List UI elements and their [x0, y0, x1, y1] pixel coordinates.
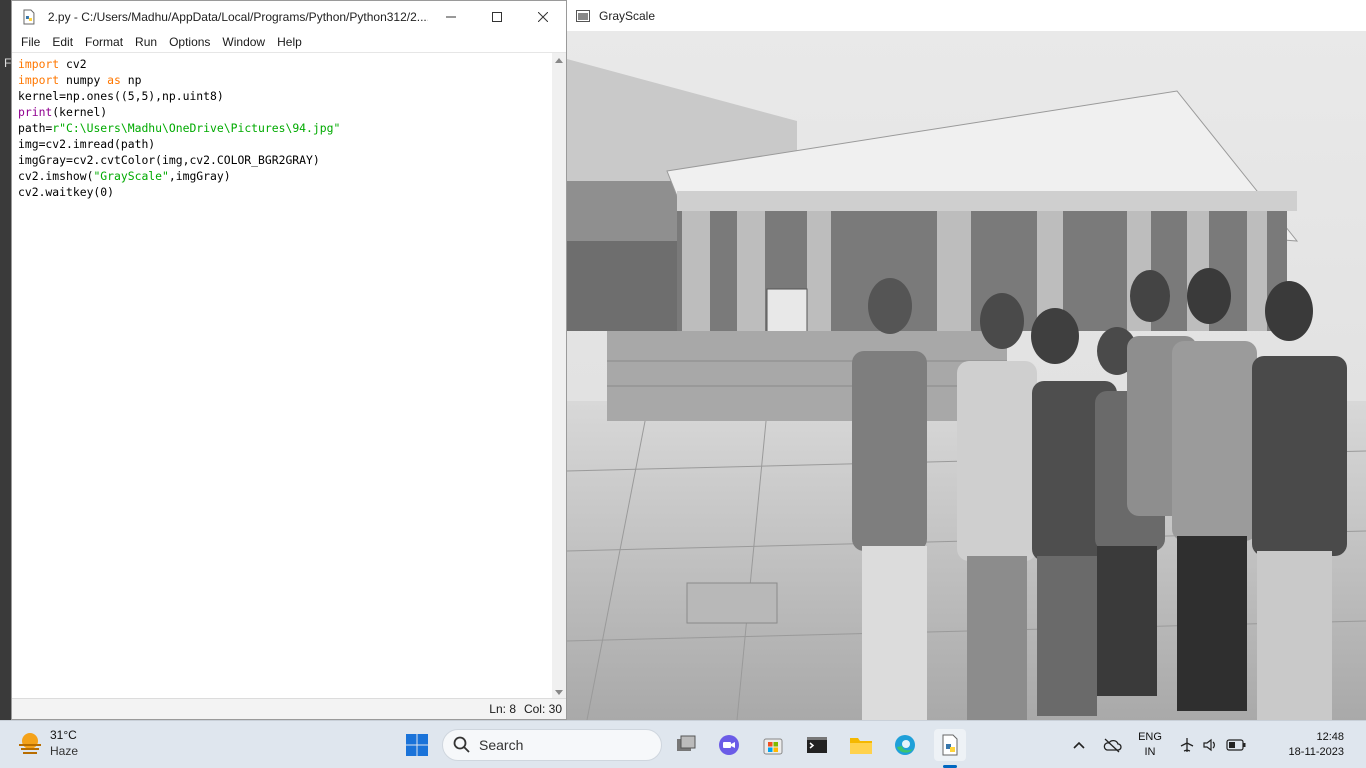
- edge-icon: [895, 735, 915, 755]
- region-code: IN: [1144, 746, 1156, 758]
- store-icon: [763, 738, 783, 755]
- code-token: "GrayScale": [93, 169, 169, 183]
- close-button[interactable]: [520, 1, 566, 32]
- python-idle-icon: [942, 734, 958, 756]
- scroll-up-icon[interactable]: [555, 58, 563, 63]
- code-token: import: [18, 57, 60, 71]
- code-line: cv2.waitkey(0): [18, 184, 554, 200]
- cloud-offline-icon: [1103, 738, 1122, 753]
- idle-menubar: File Edit Format Run Options Window Help: [12, 32, 566, 53]
- menu-format[interactable]: Format: [79, 35, 129, 49]
- code-line: kernel=np.ones((5,5),np.uint8): [18, 88, 554, 104]
- windows-start-icon: [406, 734, 428, 756]
- python-file-icon: [23, 9, 35, 24]
- search-icon: [453, 736, 470, 753]
- taskbar: 31°C Haze Search ENG IN 12:48 18-11-2023: [0, 720, 1366, 768]
- idle-title-text: 2.py - C:/Users/Madhu/AppData/Local/Prog…: [47, 9, 428, 24]
- code-token: ,imgGray): [168, 169, 231, 183]
- language-code: ENG: [1138, 731, 1162, 743]
- minimize-icon: [446, 16, 456, 17]
- store-button[interactable]: [757, 729, 789, 761]
- code-line: import cv2: [18, 56, 554, 72]
- grayscale-title-text: GrayScale: [599, 8, 656, 23]
- task-view-icon: [677, 735, 696, 751]
- speaker-icon: [1203, 738, 1215, 752]
- terminal-button[interactable]: [801, 729, 833, 761]
- code-token: as: [107, 73, 121, 87]
- code-text[interactable]: import cv2 import numpy as np kernel=np.on…: [12, 53, 554, 200]
- code-token: img=cv2.imread(path): [18, 137, 156, 151]
- code-line: print(kernel): [18, 104, 554, 120]
- code-token: cv2.waitkey(0): [18, 185, 115, 199]
- weather-temp: 31°C: [50, 728, 77, 742]
- minimize-button[interactable]: [428, 1, 474, 32]
- code-editor[interactable]: import cv2 import numpy as np kernel=np.on…: [12, 53, 554, 700]
- edge-button[interactable]: [889, 729, 921, 761]
- clock-date: 18-11-2023: [1288, 746, 1344, 758]
- maximize-icon: [492, 11, 502, 22]
- volume-control[interactable]: [1200, 729, 1220, 761]
- maximize-button[interactable]: [474, 1, 520, 32]
- battery-icon: [1226, 739, 1246, 751]
- clock-time: 12:48: [1316, 731, 1344, 743]
- close-icon: [538, 11, 548, 22]
- taskbar-clock[interactable]: 12:48 18-11-2023: [1289, 730, 1344, 760]
- code-token: import: [18, 73, 60, 87]
- code-token: (kernel): [52, 105, 108, 119]
- code-token: np: [120, 73, 142, 87]
- menu-options[interactable]: Options: [163, 35, 216, 49]
- search-label: Search: [479, 737, 524, 753]
- code-line: imgGray=cv2.cvtColor(img,cv2.COLOR_BGR2G…: [18, 152, 554, 168]
- file-explorer-icon: [850, 738, 872, 754]
- idle-title-bar[interactable]: 2.py - C:/Users/Madhu/AppData/Local/Prog…: [12, 1, 566, 32]
- grayscale-window[interactable]: GrayScale: [567, 0, 1366, 720]
- code-token: cv2.imshow(: [18, 169, 94, 183]
- idle-editor-window[interactable]: 2.py - C:/Users/Madhu/AppData/Local/Prog…: [11, 0, 567, 720]
- menu-file[interactable]: File: [15, 35, 46, 49]
- code-token: path=: [18, 121, 53, 135]
- task-view-button[interactable]: [670, 729, 702, 761]
- code-token: r"C:\Users\Madhu\OneDrive\Pictures\94.jp…: [52, 121, 341, 135]
- chevron-up-icon: [1073, 741, 1085, 749]
- network-status[interactable]: [1100, 729, 1124, 761]
- show-hidden-icons-button[interactable]: [1068, 729, 1090, 761]
- battery-status[interactable]: [1224, 729, 1248, 761]
- scroll-down-icon[interactable]: [555, 690, 563, 695]
- weather-widget[interactable]: 31°C Haze: [16, 727, 78, 759]
- grayscale-title-bar[interactable]: GrayScale: [567, 0, 1366, 31]
- menu-window[interactable]: Window: [216, 35, 271, 49]
- language-indicator[interactable]: ENG IN: [1134, 730, 1166, 760]
- file-explorer-button[interactable]: [845, 729, 877, 761]
- sun-haze-icon: [19, 733, 41, 754]
- chat-app-button[interactable]: [713, 729, 745, 761]
- code-line: img=cv2.imread(path): [18, 136, 554, 152]
- menu-edit[interactable]: Edit: [46, 35, 79, 49]
- menu-run[interactable]: Run: [129, 35, 163, 49]
- grayscale-photo: [567, 31, 1366, 720]
- code-line: path=r"C:\Users\Madhu\OneDrive\Pictures\…: [18, 120, 554, 136]
- code-token: numpy: [59, 73, 108, 87]
- airplane-icon: [1180, 738, 1194, 752]
- python-idle-button[interactable]: [934, 729, 966, 761]
- terminal-icon: [807, 737, 827, 753]
- taskbar-search[interactable]: Search: [442, 729, 662, 761]
- code-token: print: [18, 105, 53, 119]
- weather-condition: Haze: [50, 744, 79, 758]
- chat-app-icon: [719, 735, 739, 755]
- code-token: imgGray=cv2.cvtColor(img,cv2.COLOR_BGR2G…: [18, 153, 320, 167]
- status-line: Ln: 8: [489, 702, 516, 716]
- status-col: Col: 30: [523, 702, 562, 716]
- menu-help[interactable]: Help: [271, 35, 308, 49]
- start-button[interactable]: [401, 729, 433, 761]
- code-token: cv2: [59, 57, 87, 71]
- vertical-scrollbar[interactable]: [552, 53, 566, 700]
- idle-status-bar: Ln: 8 Col: 30: [12, 698, 566, 719]
- code-token: kernel=np.ones((5,5),np.uint8): [18, 89, 224, 103]
- airplane-mode[interactable]: [1176, 729, 1198, 761]
- opencv-window-icon: [576, 9, 590, 22]
- code-line: cv2.imshow("GrayScale",imgGray): [18, 168, 554, 184]
- code-line: import numpy as np: [18, 72, 554, 88]
